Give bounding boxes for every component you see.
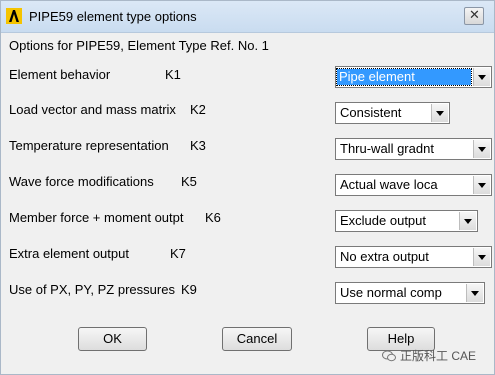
option-key-k2: K2	[190, 102, 206, 117]
option-key-k7: K7	[170, 246, 186, 261]
option-key-k5: K5	[181, 174, 197, 189]
dialog-subtitle: Options for PIPE59, Element Type Ref. No…	[9, 38, 269, 53]
option-key-k9: K9	[181, 282, 197, 297]
select-k9-value: Use normal comp	[340, 285, 442, 300]
wechat-icon	[382, 350, 396, 362]
chevron-down-icon[interactable]	[473, 176, 490, 194]
select-k3-value: Thru-wall gradnt	[340, 141, 434, 156]
option-key-k1: K1	[165, 67, 181, 82]
select-k6[interactable]: Exclude output	[335, 210, 478, 232]
option-label-k1: Element behavior	[9, 67, 111, 82]
option-key-k6: K6	[205, 210, 221, 225]
chevron-down-icon[interactable]	[473, 68, 490, 86]
select-k3[interactable]: Thru-wall gradnt	[335, 138, 492, 160]
option-label-k3: Temperature representation	[9, 138, 169, 153]
select-k5[interactable]: Actual wave loca	[335, 174, 492, 196]
watermark: 正版科工 CAE	[382, 347, 476, 364]
select-k2[interactable]: Consistent	[335, 102, 450, 124]
ok-button[interactable]: OK	[78, 327, 147, 351]
option-label-k5: Wave force modifications	[9, 174, 154, 189]
chevron-down-icon[interactable]	[459, 212, 476, 230]
dialog-window: PIPE59 element type options ✕ Options fo…	[0, 0, 495, 375]
option-label-k7: Extra element output	[9, 246, 129, 261]
chevron-down-icon[interactable]	[473, 140, 490, 158]
option-label-k2: Load vector and mass matrix	[9, 102, 176, 117]
option-label-k9: Use of PX, PY, PZ pressures	[9, 282, 175, 297]
select-k1[interactable]: Pipe element	[335, 66, 492, 88]
select-k7-value: No extra output	[340, 249, 429, 264]
cancel-button[interactable]: Cancel	[222, 327, 292, 351]
chevron-down-icon[interactable]	[431, 104, 448, 122]
select-k1-value: Pipe element	[336, 68, 472, 86]
title-bar[interactable]: PIPE59 element type options ✕	[1, 1, 494, 33]
option-key-k3: K3	[190, 138, 206, 153]
chevron-down-icon[interactable]	[466, 284, 483, 302]
ansys-logo-icon	[6, 8, 22, 24]
option-label-k6: Member force + moment outpt	[9, 210, 184, 225]
chevron-down-icon[interactable]	[473, 248, 490, 266]
select-k7[interactable]: No extra output	[335, 246, 492, 268]
select-k5-value: Actual wave loca	[340, 177, 438, 192]
window-title: PIPE59 element type options	[29, 9, 197, 24]
close-icon: ✕	[469, 7, 480, 22]
close-button[interactable]: ✕	[464, 7, 484, 25]
select-k6-value: Exclude output	[340, 213, 427, 228]
select-k2-value: Consistent	[340, 105, 402, 120]
select-k9[interactable]: Use normal comp	[335, 282, 485, 304]
watermark-text: 正版科工 CAE	[400, 349, 477, 363]
